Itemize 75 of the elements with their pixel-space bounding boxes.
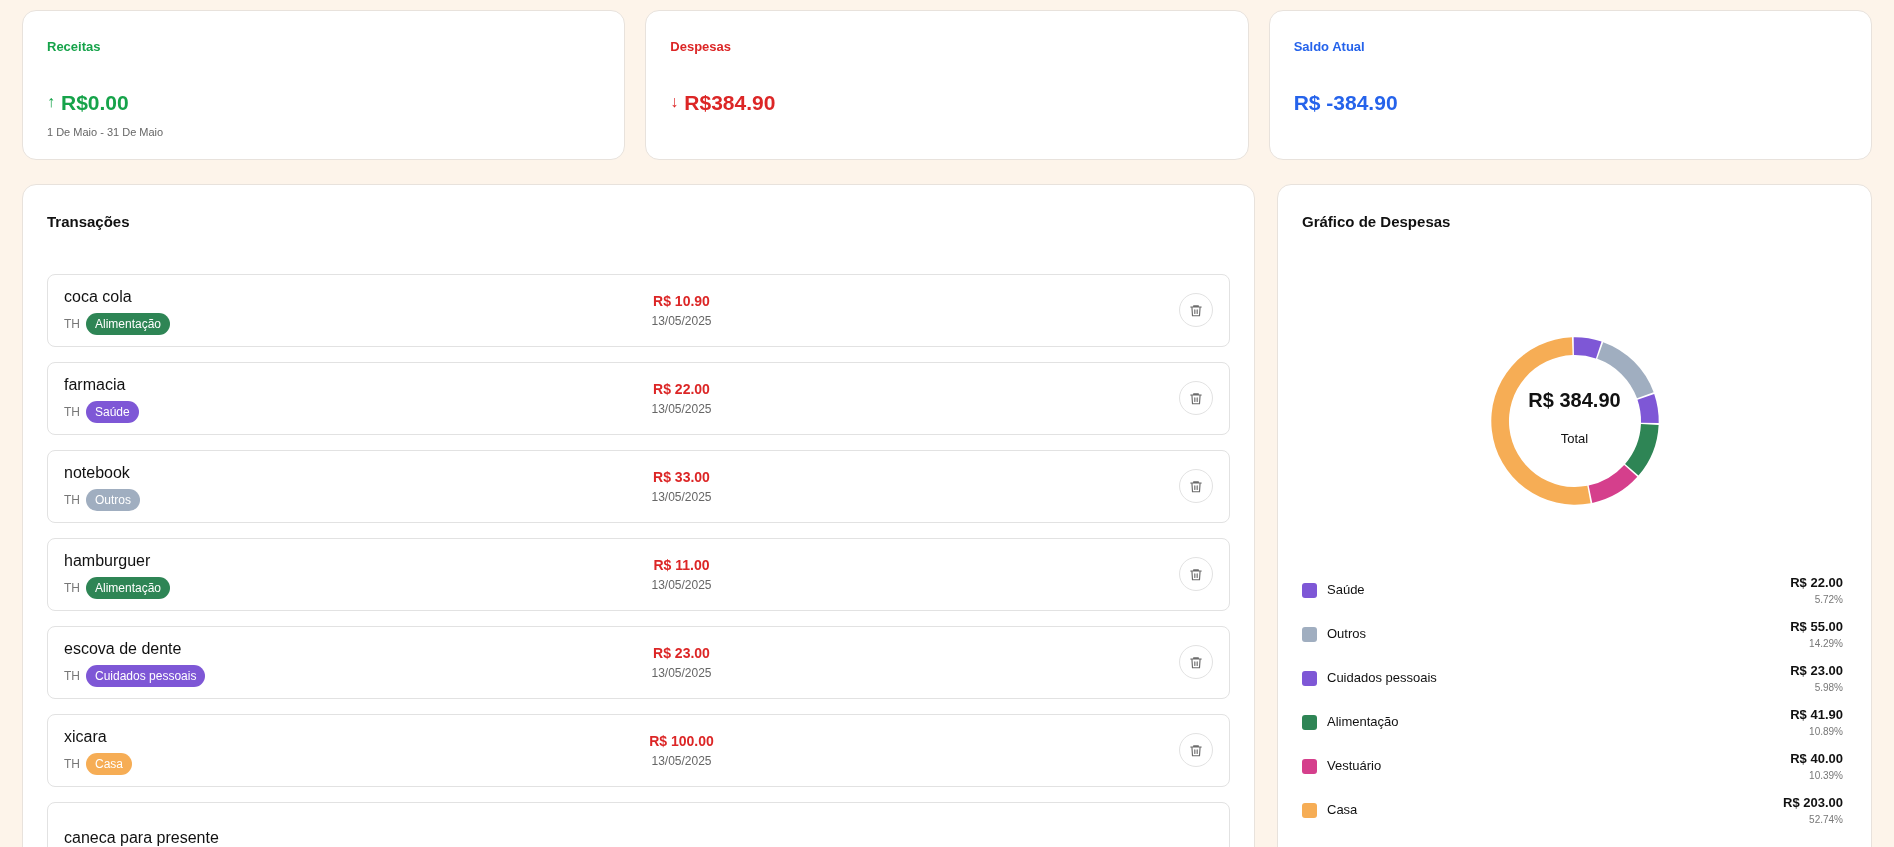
panel-title: Gráfico de Despesas bbox=[1302, 212, 1452, 232]
transaction-name: hamburguer bbox=[64, 551, 152, 571]
legend-amount: R$ 203.00 bbox=[1783, 793, 1843, 812]
user-initials: TH bbox=[64, 756, 80, 773]
transaction-row[interactable]: hamburguer TH Alimentação R$ 11.00 13/05/2025 bbox=[47, 537, 1230, 611]
trash-icon bbox=[1189, 566, 1203, 582]
category-tag: Alimentação bbox=[86, 577, 171, 599]
transaction-name: caneca para presente bbox=[64, 828, 220, 847]
transaction-row[interactable]: xicara TH Casa R$ 100.00 13/05/2025 bbox=[47, 713, 1230, 787]
transaction-amount: R$ 11.00 bbox=[653, 555, 710, 575]
total-amount: R$ 384.90 bbox=[1528, 387, 1621, 413]
category-tag: Cuidados pessoais bbox=[86, 665, 206, 687]
transaction-name: xicara bbox=[64, 727, 108, 747]
transaction-date: 13/05/2025 bbox=[651, 488, 712, 506]
transaction-date: 13/05/2025 bbox=[651, 312, 712, 330]
legend-label: Alimentação bbox=[1327, 713, 1399, 732]
panel-title: Transações bbox=[47, 212, 131, 232]
legend-label: Saúde bbox=[1327, 581, 1365, 600]
card-value: R$0.00 bbox=[61, 89, 129, 116]
legend-percent: 10.89% bbox=[1809, 725, 1843, 740]
legend-amount: R$ 40.00 bbox=[1790, 749, 1843, 768]
user-initials: TH bbox=[64, 404, 80, 421]
trash-icon bbox=[1189, 390, 1203, 406]
total-label: Total bbox=[1560, 429, 1589, 448]
transaction-date: 13/05/2025 bbox=[651, 664, 712, 682]
legend-label: Casa bbox=[1327, 801, 1358, 820]
transaction-row[interactable]: coca cola TH Alimentação R$ 10.90 13/05/2025 bbox=[47, 273, 1230, 347]
legend-label: Cuidados pessoais bbox=[1327, 669, 1437, 688]
transaction-row[interactable]: notebook TH Outros R$ 33.00 13/05/2025 bbox=[47, 449, 1230, 523]
legend-percent: 14.29% bbox=[1809, 637, 1843, 652]
arrow-icon: ↓ bbox=[670, 90, 679, 115]
period-text: 1 De Maio - 31 De Maio bbox=[47, 125, 165, 140]
legend-label: Outros bbox=[1327, 625, 1366, 644]
transaction-amount: R$ 10.90 bbox=[653, 291, 710, 311]
legend-percent: 10.39% bbox=[1809, 769, 1843, 784]
legend-amount: R$ 22.00 bbox=[1790, 573, 1843, 592]
trash-icon bbox=[1189, 742, 1203, 758]
legend-amount: R$ 55.00 bbox=[1790, 617, 1843, 636]
transaction-name: farmacia bbox=[64, 375, 127, 395]
category-tag: Saúde bbox=[86, 401, 139, 423]
transaction-row[interactable]: escova de dente TH Cuidados pessoais R$ 23.00 13/05/2025 bbox=[47, 625, 1230, 699]
transaction-date: 13/05/2025 bbox=[651, 752, 712, 770]
card-title: Saldo Atual bbox=[1293, 38, 1366, 56]
card-title: Despesas bbox=[670, 38, 733, 56]
legend-percent: 52.74% bbox=[1809, 813, 1843, 828]
arrow-icon: ↑ bbox=[47, 90, 55, 115]
transaction-date: 13/05/2025 bbox=[651, 576, 712, 594]
user-initials: TH bbox=[64, 316, 80, 333]
category-tag: Outros bbox=[86, 489, 140, 511]
transaction-name: coca cola bbox=[64, 287, 133, 307]
trash-icon bbox=[1189, 478, 1203, 494]
user-initials: TH bbox=[64, 492, 80, 509]
user-initials: TH bbox=[64, 668, 80, 685]
legend-amount: R$ 41.90 bbox=[1790, 705, 1843, 724]
transaction-amount: R$ 100.00 bbox=[649, 731, 714, 751]
transaction-name: notebook bbox=[64, 463, 131, 483]
transaction-row[interactable]: farmacia TH Saúde R$ 22.00 13/05/2025 bbox=[47, 361, 1230, 435]
transaction-name: escova de dente bbox=[64, 639, 183, 659]
category-tag: Alimentação bbox=[86, 313, 171, 335]
legend-label: Vestuário bbox=[1327, 757, 1382, 776]
category-tag: Casa bbox=[86, 753, 132, 775]
card-title: Receitas bbox=[47, 38, 102, 56]
legend-percent: 5.98% bbox=[1814, 681, 1843, 696]
trash-icon bbox=[1189, 654, 1203, 670]
transaction-row[interactable]: caneca para presente bbox=[47, 801, 1230, 847]
card-value: R$ -384.90 bbox=[1293, 89, 1398, 116]
transaction-date: 13/05/2025 bbox=[651, 400, 712, 418]
legend-percent: 5.72% bbox=[1814, 593, 1843, 608]
legend-amount: R$ 23.00 bbox=[1790, 661, 1843, 680]
trash-icon bbox=[1189, 302, 1203, 318]
user-initials: TH bbox=[64, 580, 80, 597]
transaction-amount: R$ 33.00 bbox=[653, 467, 710, 487]
card-value: R$384.90 bbox=[684, 89, 776, 116]
transaction-amount: R$ 22.00 bbox=[653, 379, 710, 399]
transaction-amount: R$ 23.00 bbox=[653, 643, 710, 663]
